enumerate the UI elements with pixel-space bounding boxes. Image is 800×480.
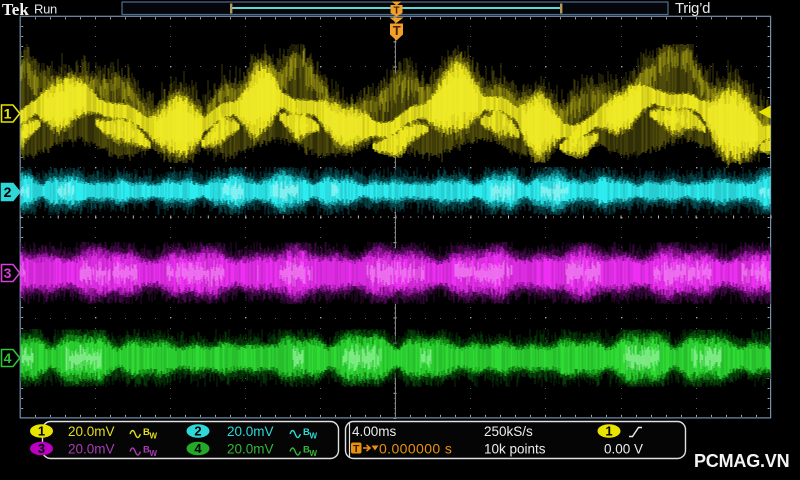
svg-text:20.0mV: 20.0mV: [227, 424, 274, 439]
svg-text:20.0mV: 20.0mV: [227, 442, 274, 457]
svg-text:1: 1: [4, 106, 12, 122]
svg-text:W: W: [150, 432, 158, 441]
svg-text:20.0mV: 20.0mV: [68, 424, 115, 439]
svg-text:1: 1: [38, 424, 45, 439]
svg-text:Run: Run: [34, 2, 57, 17]
svg-text:0.00 V: 0.00 V: [604, 442, 643, 457]
svg-text:T: T: [353, 443, 360, 455]
svg-text:2: 2: [4, 184, 12, 200]
svg-text:W: W: [310, 432, 318, 441]
svg-text:T: T: [393, 23, 401, 38]
svg-text:10k points: 10k points: [484, 442, 546, 457]
svg-text:4.00ms: 4.00ms: [352, 424, 397, 439]
svg-text:W: W: [150, 449, 158, 458]
svg-text:250kS/s: 250kS/s: [484, 424, 533, 439]
svg-text:T: T: [393, 6, 399, 17]
svg-text:0.000000 s: 0.000000 s: [379, 441, 452, 457]
svg-text:Tek: Tek: [2, 0, 29, 19]
svg-text:PCMAG.VN: PCMAG.VN: [694, 451, 789, 471]
svg-text:4: 4: [4, 350, 12, 366]
svg-text:1: 1: [605, 424, 612, 439]
svg-text:W: W: [310, 449, 318, 458]
svg-text:3: 3: [38, 441, 45, 456]
svg-text:2: 2: [194, 424, 201, 439]
svg-text:4: 4: [194, 441, 202, 456]
svg-text:20.0mV: 20.0mV: [68, 442, 115, 457]
svg-text:Trig’d: Trig’d: [675, 0, 710, 17]
svg-text:3: 3: [4, 265, 12, 281]
